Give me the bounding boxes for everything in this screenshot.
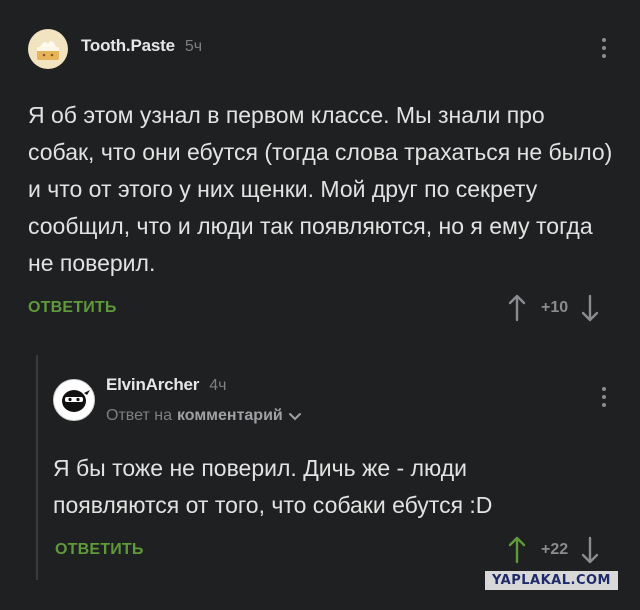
comment: Tooth.Paste 5ч Я об этом узнал в первом … — [0, 0, 640, 330]
chevron-down-icon[interactable] — [288, 409, 302, 423]
user-avatar[interactable] — [53, 379, 95, 421]
comment-text: Я бы тоже не поверил. Дичь же - люди поя… — [53, 455, 493, 518]
more-options-icon[interactable] — [601, 38, 607, 58]
thread-line — [36, 355, 38, 580]
upvote-icon[interactable] — [507, 536, 527, 564]
reply-button[interactable]: ОТВЕТИТЬ — [28, 299, 117, 317]
comment-time: 5ч — [184, 38, 203, 55]
reply-to-link[interactable]: комментарий — [177, 407, 283, 425]
reply-to-prefix: Ответ на — [106, 407, 172, 424]
score: +22 — [541, 541, 569, 558]
username[interactable]: ElvinArcher — [106, 375, 199, 395]
reply-to[interactable]: Ответ на комментарий — [106, 407, 302, 425]
user-avatar[interactable] — [28, 29, 68, 69]
ninja-avatar-icon — [62, 390, 90, 412]
score: +10 — [541, 299, 569, 316]
comment-text: Я об этом узнал в первом классе. Мы знал… — [28, 102, 613, 276]
vote-controls: +22 — [507, 536, 600, 564]
downvote-icon[interactable] — [580, 536, 600, 564]
cake-avatar-icon — [37, 41, 59, 60]
more-options-icon[interactable] — [601, 387, 607, 407]
username[interactable]: Tooth.Paste — [81, 36, 175, 56]
downvote-icon[interactable] — [580, 294, 600, 322]
watermark: YAPLAKAL.COM — [485, 571, 618, 590]
vote-controls: +10 — [507, 294, 600, 322]
reply-button[interactable]: ОТВЕТИТЬ — [55, 541, 144, 559]
reply-comment: ElvinArcher 4ч Ответ на комментарий Я бы… — [53, 355, 640, 585]
upvote-icon[interactable] — [507, 294, 527, 322]
comment-time: 4ч — [209, 377, 227, 394]
